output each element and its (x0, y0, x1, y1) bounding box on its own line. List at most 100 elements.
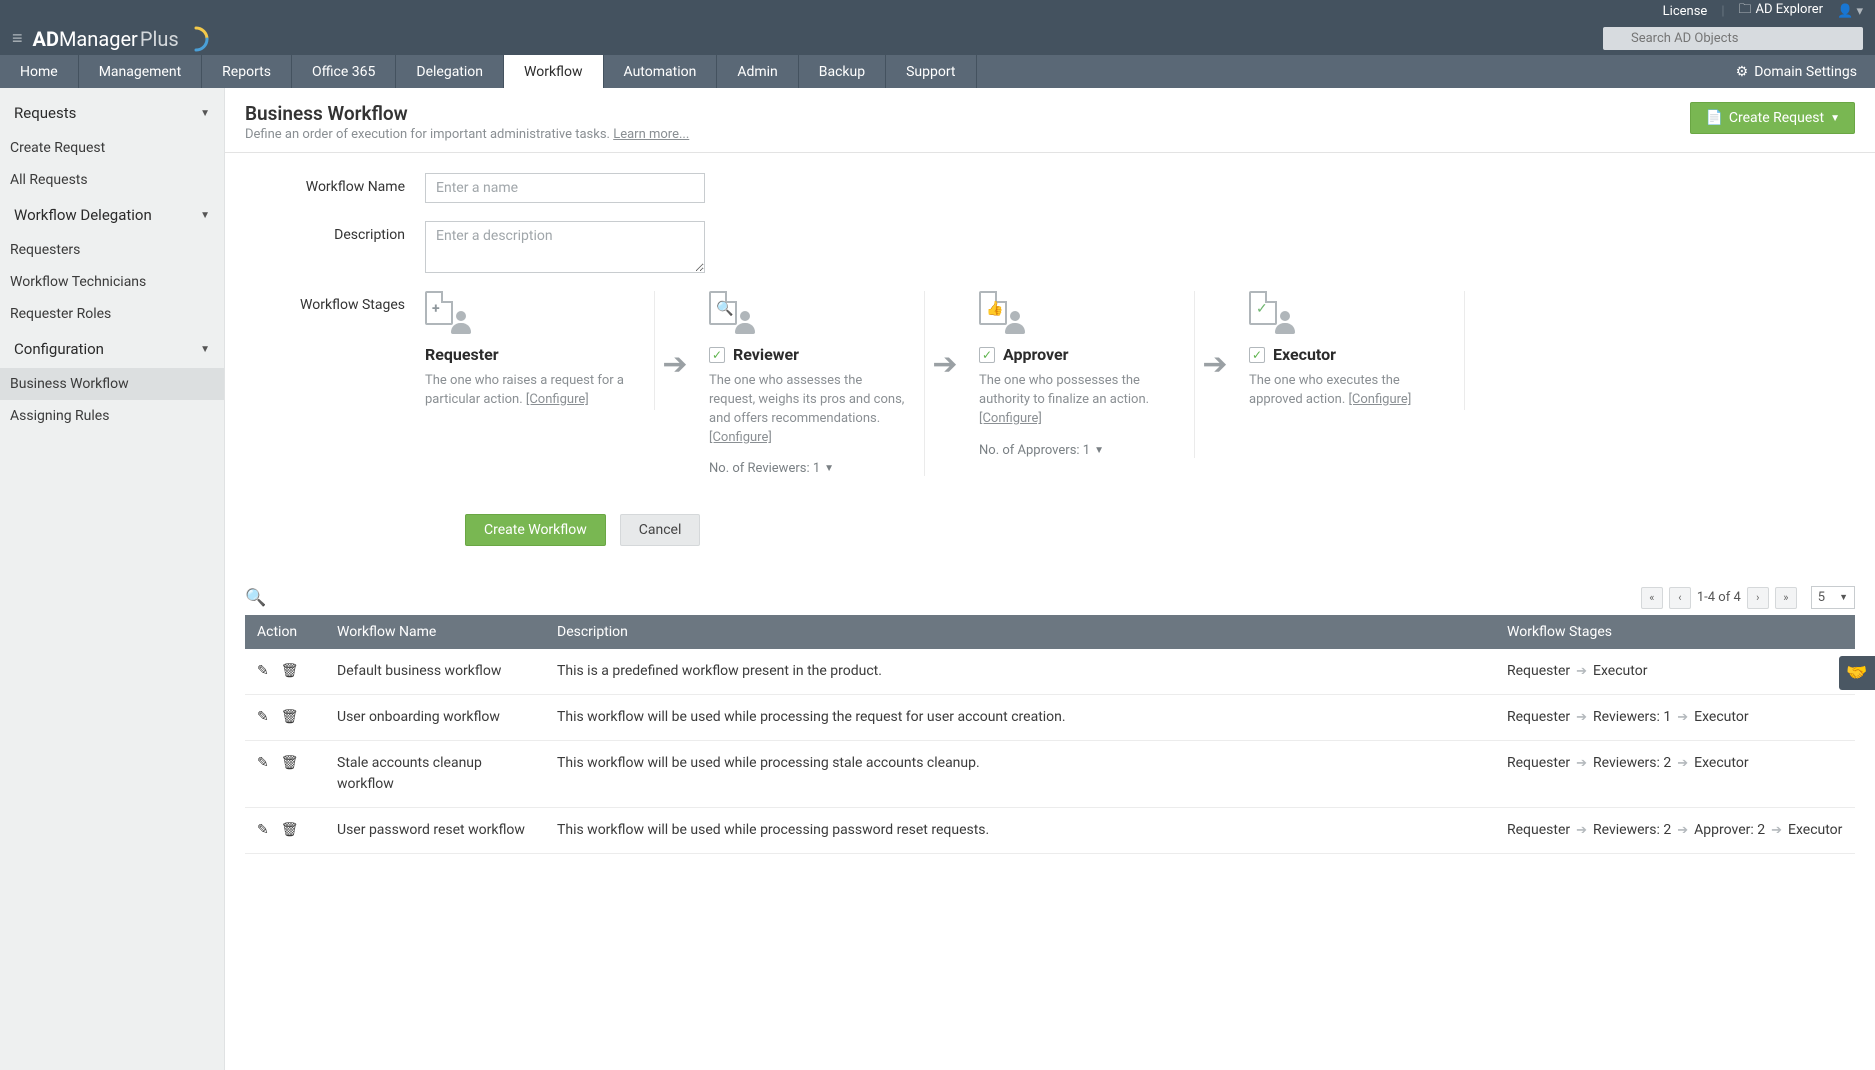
arrow-icon: ➔ (1576, 821, 1587, 841)
user-menu[interactable]: 👤 ▾ (1837, 4, 1863, 19)
domain-settings-button[interactable]: ⚙ Domain Settings (1718, 55, 1875, 88)
sidebar: Requests▼Create RequestAll RequestsWorkf… (0, 88, 225, 1070)
pager-first[interactable]: « (1641, 587, 1663, 609)
delete-icon[interactable]: 🗑 (281, 820, 299, 841)
nav-tab-backup[interactable]: Backup (799, 55, 886, 88)
edit-icon[interactable]: ✎ (257, 661, 269, 682)
stage-description: The one who assesses the request, weighs… (709, 372, 910, 447)
stage-checkbox[interactable]: ✓ (1249, 347, 1265, 363)
sidebar-item-requesters[interactable]: Requesters (0, 234, 224, 266)
create-workflow-button[interactable]: Create Workflow (465, 514, 606, 546)
arrow-icon: ➔ (1576, 708, 1587, 728)
chevron-down-icon: ▼ (200, 344, 210, 355)
edit-icon[interactable]: ✎ (257, 707, 269, 728)
nav-tab-automation[interactable]: Automation (604, 55, 718, 88)
nav-tab-admin[interactable]: Admin (717, 55, 798, 88)
pager-next[interactable]: › (1747, 587, 1769, 609)
stage-chip: Executor (1593, 661, 1647, 682)
sidebar-group-requests[interactable]: Requests▼ (0, 94, 224, 132)
table-search-icon[interactable]: 🔍 (245, 588, 266, 608)
stage-chip: Requester (1507, 753, 1570, 774)
create-request-icon: 📄 (1705, 110, 1722, 126)
configure-link[interactable]: [Configure] (979, 411, 1042, 426)
stage-description: The one who executes the approved action… (1249, 372, 1450, 410)
hamburger-icon[interactable]: ≡ (12, 28, 23, 49)
divider: | (1721, 4, 1724, 19)
delete-icon[interactable]: 🗑 (281, 753, 299, 774)
configure-link[interactable]: [Configure] (526, 392, 589, 407)
stage-reviewer: 🔍 ✓Reviewer The one who assesses the req… (695, 291, 925, 476)
sidebar-group-workflow-delegation[interactable]: Workflow Delegation▼ (0, 196, 224, 234)
cancel-button[interactable]: Cancel (620, 514, 701, 546)
content: Business Workflow Define an order of exe… (225, 88, 1875, 1070)
search-input[interactable] (1603, 27, 1863, 50)
license-link[interactable]: License (1663, 4, 1708, 19)
edit-icon[interactable]: ✎ (257, 820, 269, 841)
sidebar-item-assigning-rules[interactable]: Assigning Rules (0, 400, 224, 432)
pager-prev[interactable]: ‹ (1669, 587, 1691, 609)
page-size-select[interactable]: 5 ▼ (1811, 586, 1855, 609)
cell-desc: This workflow will be used while process… (545, 695, 1495, 741)
stage-checkbox[interactable]: ✓ (979, 347, 995, 363)
page-title: Business Workflow (245, 102, 1690, 125)
stage-count[interactable]: No. of Reviewers: 1 ▼ (709, 461, 910, 476)
page-size-value: 5 (1818, 590, 1825, 605)
ad-explorer-link[interactable]: 🗀AD Explorer (1739, 0, 1824, 22)
edit-icon[interactable]: ✎ (257, 753, 269, 774)
chevron-down-icon: ▼ (1830, 113, 1840, 124)
stage-checkbox[interactable]: ✓ (709, 347, 725, 363)
nav-tab-home[interactable]: Home (0, 55, 79, 88)
nav-tab-office-365[interactable]: Office 365 (292, 55, 396, 88)
stage-chip: Reviewers: 1 (1593, 707, 1671, 728)
table-row: ✎ 🗑 User onboarding workflow This workflo… (245, 695, 1855, 741)
nav-tab-support[interactable]: Support (886, 55, 976, 88)
col-workflow-stages: Workflow Stages (1495, 615, 1855, 649)
nav-tab-management[interactable]: Management (79, 55, 202, 88)
configure-link[interactable]: [Configure] (709, 430, 772, 445)
stage-count[interactable]: No. of Approvers: 1 ▼ (979, 443, 1180, 458)
pager-last[interactable]: » (1775, 587, 1797, 609)
stage-title: Requester (425, 345, 499, 364)
create-request-button[interactable]: 📄 Create Request ▼ (1690, 102, 1855, 134)
pager: « ‹ 1-4 of 4 › » 5 ▼ (1641, 586, 1855, 609)
stage-chip: Requester (1507, 820, 1570, 841)
delete-icon[interactable]: 🗑 (281, 707, 299, 728)
sidebar-group-configuration[interactable]: Configuration▼ (0, 330, 224, 368)
folder-icon: 🗀 (1739, 2, 1752, 17)
sidebar-item-business-workflow[interactable]: Business Workflow (0, 368, 224, 400)
sidebar-item-create-request[interactable]: Create Request (0, 132, 224, 164)
nav-tab-delegation[interactable]: Delegation (396, 55, 504, 88)
delete-icon[interactable]: 🗑 (281, 661, 299, 682)
table-toolbar: 🔍 « ‹ 1-4 of 4 › » 5 ▼ (245, 580, 1855, 615)
stage-title: Approver (1003, 345, 1069, 364)
nav-tab-reports[interactable]: Reports (202, 55, 292, 88)
description-input[interactable] (425, 221, 705, 273)
workflow-stages: + Requester The one who raises a request… (425, 291, 1465, 476)
learn-more-link[interactable]: Learn more... (613, 127, 689, 142)
workflow-stages-label: Workflow Stages (265, 291, 425, 313)
sidebar-item-requester-roles[interactable]: Requester Roles (0, 298, 224, 330)
cell-stages: Requester➔Reviewers: 1➔Executor (1507, 707, 1843, 728)
stage-title: Executor (1273, 345, 1336, 364)
domain-settings-label: Domain Settings (1754, 64, 1857, 80)
arrow-icon: ➔ (1771, 821, 1782, 841)
cell-desc: This workflow will be used while process… (545, 808, 1495, 854)
stage-chip: Reviewers: 2 (1593, 820, 1671, 841)
stage-title: Reviewer (733, 345, 799, 364)
chevron-down-icon: ▼ (200, 108, 210, 119)
logo-part1: AD (33, 27, 59, 51)
configure-link[interactable]: [Configure] (1348, 392, 1411, 407)
table-row: ✎🗑 Stale accounts cleanup workflow This … (245, 741, 1855, 808)
cell-desc: This workflow will be used while process… (545, 741, 1495, 808)
handshake-badge[interactable]: 🤝 (1839, 656, 1875, 690)
cell-name: User onboarding workflow (325, 695, 545, 741)
chevron-down-icon: ▼ (200, 210, 210, 221)
nav-tab-workflow[interactable]: Workflow (504, 55, 604, 88)
sidebar-item-all-requests[interactable]: All Requests (0, 164, 224, 196)
stage-chip: Executor (1694, 753, 1748, 774)
sidebar-item-workflow-technicians[interactable]: Workflow Technicians (0, 266, 224, 298)
arrow-icon: ➔ (1677, 708, 1688, 728)
workflow-name-input[interactable] (425, 173, 705, 203)
main-nav: HomeManagementReportsOffice 365Delegatio… (0, 55, 1875, 88)
cell-stages: Requester➔Reviewers: 2➔Executor (1507, 753, 1843, 774)
